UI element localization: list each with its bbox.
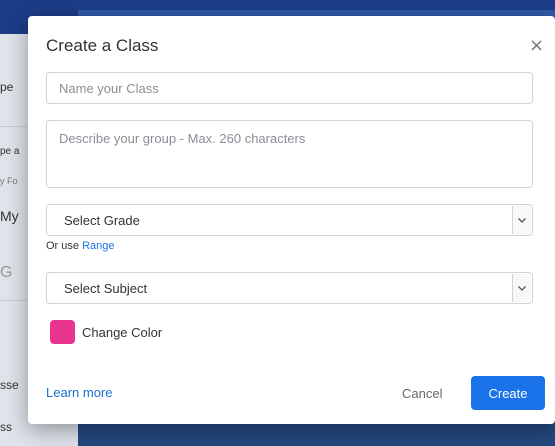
create-class-modal: Create a Class × Select Grade Or use Ran… [28,16,555,424]
range-link[interactable]: Range [82,240,114,252]
class-name-input[interactable] [46,72,533,104]
grade-select-arrow[interactable] [512,206,531,234]
color-swatch[interactable] [50,320,75,344]
subject-select-arrow[interactable] [512,274,531,302]
range-row: Or use Range [46,240,115,252]
subject-select[interactable]: Select Subject [46,272,533,304]
chevron-down-icon [518,286,526,291]
range-prefix: Or use [46,240,80,252]
change-color-control[interactable]: Change Color [50,320,162,344]
grade-select[interactable]: Select Grade [46,204,533,236]
create-button[interactable]: Create [471,376,545,410]
close-button[interactable]: × [523,34,545,56]
close-icon: × [529,35,545,56]
class-description-textarea[interactable] [46,120,533,188]
background-topbar [0,0,555,10]
chevron-down-icon [518,218,526,223]
change-color-label: Change Color [82,324,163,340]
cancel-button[interactable]: Cancel [394,377,450,409]
grade-select-value: Select Grade [64,212,140,228]
modal-title: Create a Class [46,36,159,55]
learn-more-link[interactable]: Learn more [46,385,112,400]
subject-select-value: Select Subject [64,280,148,296]
